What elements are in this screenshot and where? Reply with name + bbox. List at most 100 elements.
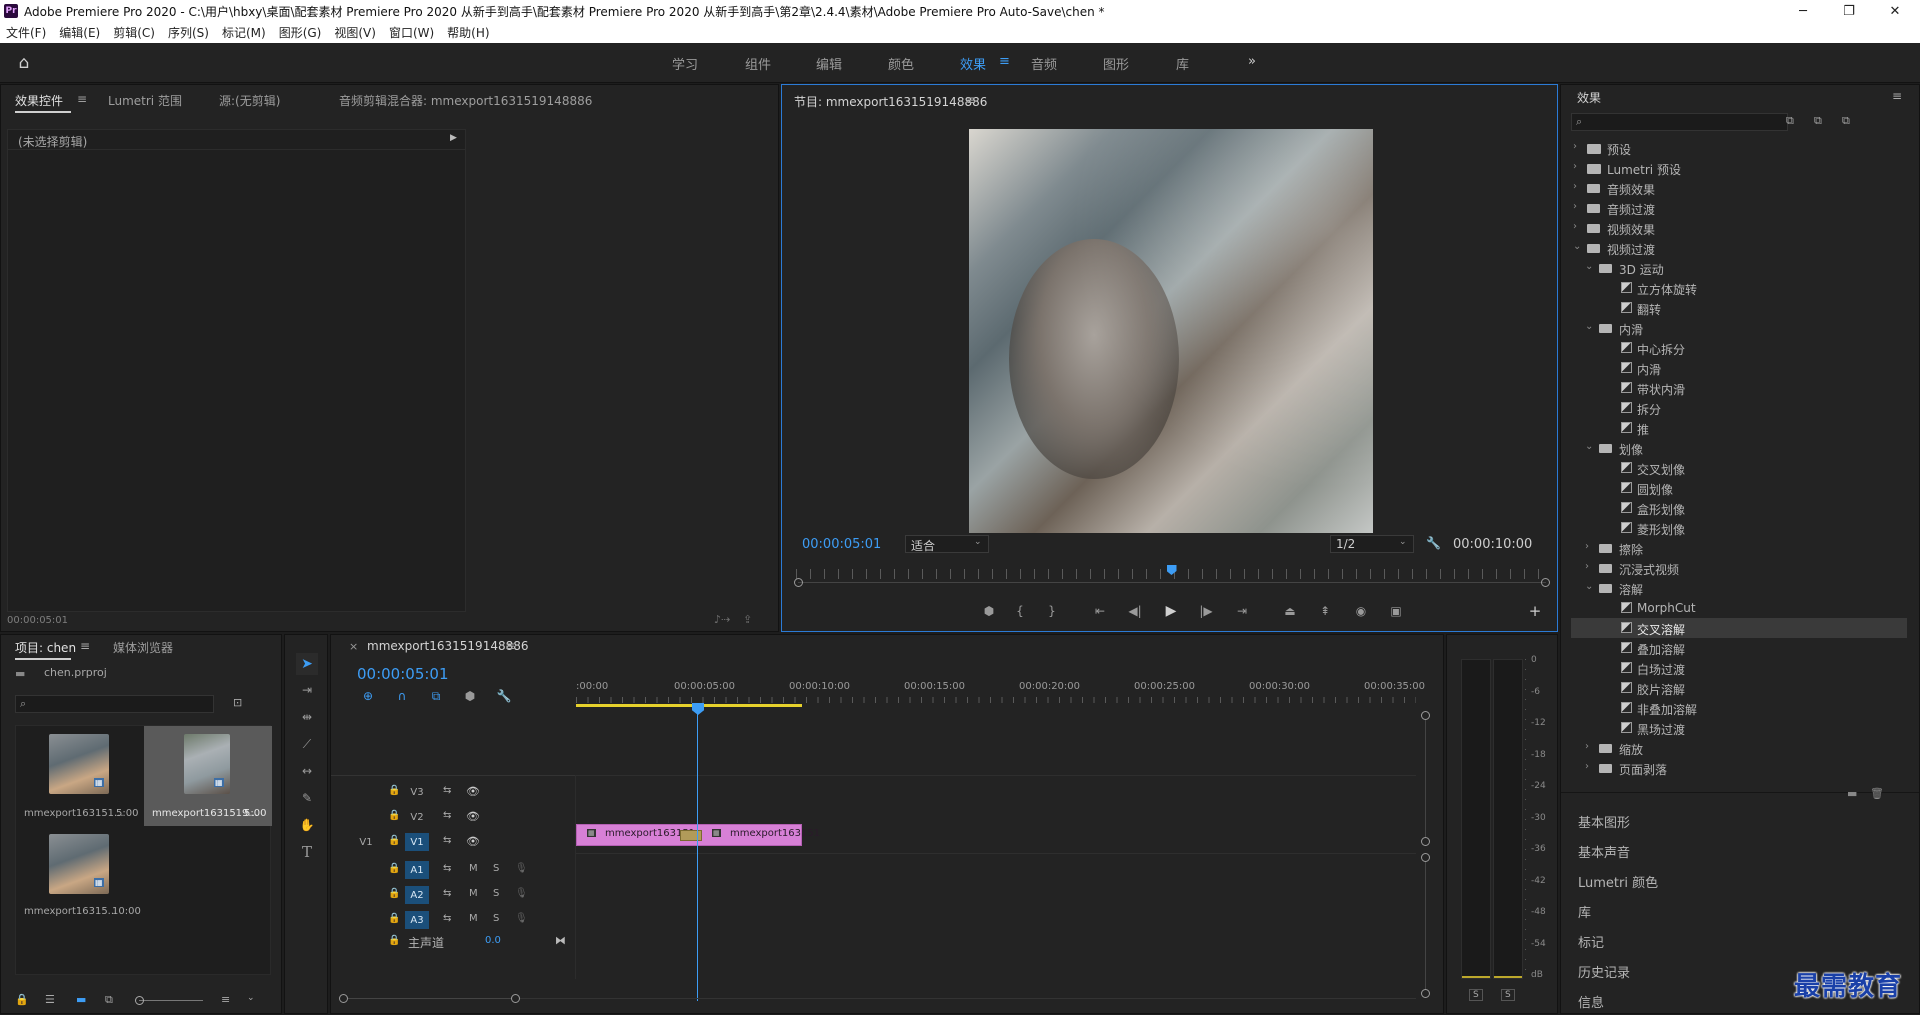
track-target-toggle[interactable]: A1: [405, 861, 429, 879]
zoom-handle-right[interactable]: [1541, 578, 1550, 587]
effect-folder[interactable]: ⌄ 视频过渡: [1571, 238, 1907, 258]
solo-button[interactable]: S: [493, 888, 499, 899]
mute-button[interactable]: M: [469, 863, 478, 874]
add-marker-icon[interactable]: ⬢: [461, 687, 479, 705]
effect-item[interactable]: 拆分: [1571, 398, 1907, 418]
lock-track-icon[interactable]: 🔒: [388, 810, 400, 821]
add-button-icon[interactable]: +: [1526, 602, 1544, 620]
chevron-right-icon[interactable]: ›: [1585, 541, 1589, 552]
tab-effect-controls[interactable]: 效果控件: [15, 92, 63, 109]
work-area-bar[interactable]: [576, 704, 802, 707]
track-target-toggle[interactable]: V3: [405, 783, 429, 801]
list-view-icon[interactable]: ☰: [45, 993, 55, 1006]
export-frame-icon[interactable]: ◉: [1352, 602, 1370, 620]
tab-audio-clip-mixer[interactable]: 音频剪辑混合器: mmexport1631519148886: [339, 92, 592, 109]
horizontal-scrollbar[interactable]: [348, 998, 512, 999]
workspace-tab-color[interactable]: 颜色: [888, 54, 914, 73]
effect-item[interactable]: 推: [1571, 418, 1907, 438]
vertical-scrollbar[interactable]: [1425, 720, 1426, 838]
icon-view-icon[interactable]: ▬: [76, 993, 86, 1006]
zoom-handle-left[interactable]: [794, 578, 803, 587]
zoom-scrollbar[interactable]: [798, 582, 1546, 583]
effect-folder[interactable]: ⌄ 内滑: [1571, 318, 1907, 338]
sync-lock-icon[interactable]: ⇆: [443, 913, 451, 924]
track-target-toggle[interactable]: A3: [405, 911, 429, 929]
menu-view[interactable]: 视图(V): [334, 24, 376, 41]
solo-button[interactable]: S: [493, 863, 499, 874]
solo-left-button[interactable]: S: [1469, 989, 1483, 1001]
maximize-icon[interactable]: ❐: [1826, 0, 1872, 22]
track-target-toggle[interactable]: V1: [405, 833, 429, 851]
source-patch-v1[interactable]: V1: [356, 833, 376, 851]
program-video-frame[interactable]: [969, 129, 1373, 533]
type-tool-icon[interactable]: T: [296, 841, 318, 863]
lock-track-icon[interactable]: 🔒: [388, 863, 400, 874]
delete-icon[interactable]: 🗑: [1870, 787, 1884, 800]
effect-item[interactable]: 交叉划像: [1571, 458, 1907, 478]
lock-track-icon[interactable]: 🔒: [388, 835, 400, 846]
effect-folder[interactable]: › 缩放: [1571, 738, 1907, 758]
menu-marker[interactable]: 标记(M): [222, 24, 266, 41]
accelerated-effects-icon[interactable]: ⧉: [1786, 114, 1794, 128]
tab-lumetri-scopes[interactable]: Lumetri 范围: [108, 92, 182, 109]
menu-graphics[interactable]: 图形(G): [279, 24, 322, 41]
32bit-effects-icon[interactable]: ⧉: [1814, 114, 1822, 128]
timeline-settings-icon[interactable]: 🔧: [495, 687, 513, 705]
eye-icon[interactable]: 👁: [466, 785, 480, 798]
effect-item[interactable]: 白场过渡: [1571, 658, 1907, 678]
project-item[interactable]: ▦ mmexport163151... 5:00: [16, 726, 144, 826]
effect-folder[interactable]: › 页面剥落: [1571, 758, 1907, 778]
new-bin-icon[interactable]: ▬: [1847, 787, 1857, 800]
effect-item[interactable]: 胶片溶解: [1571, 678, 1907, 698]
workspace-tab-graphics[interactable]: 图形: [1103, 54, 1129, 73]
effect-item[interactable]: 翻转: [1571, 298, 1907, 318]
step-back-icon[interactable]: ◀|: [1126, 602, 1144, 620]
solo-right-button[interactable]: S: [1501, 989, 1515, 1001]
add-marker-icon[interactable]: ⬢: [980, 602, 998, 620]
mute-button[interactable]: M: [469, 913, 478, 924]
menu-window[interactable]: 窗口(W): [389, 24, 434, 41]
close-tab-icon[interactable]: ×: [349, 640, 358, 653]
linked-selection-icon[interactable]: ∩: [393, 687, 411, 705]
sort-icon[interactable]: ≡: [221, 993, 230, 1006]
menu-help[interactable]: 帮助(H): [447, 24, 489, 41]
chevron-down-icon[interactable]: ⌄: [1585, 261, 1593, 272]
timeline-playhead-handle[interactable]: [692, 703, 704, 715]
extract-icon[interactable]: ⇞: [1316, 602, 1334, 620]
microphone-icon[interactable]: 🎙: [515, 888, 528, 899]
hand-tool-icon[interactable]: ✋: [296, 814, 318, 836]
lock-track-icon[interactable]: 🔒: [388, 935, 400, 946]
tab-source[interactable]: 源:(无剪辑): [219, 92, 280, 109]
chevron-right-icon[interactable]: ›: [1573, 141, 1577, 152]
sync-lock-icon[interactable]: ⇆: [443, 863, 451, 874]
sync-lock-icon[interactable]: ⇆: [443, 835, 451, 846]
panel-history[interactable]: 历史记录: [1578, 962, 1630, 981]
menu-sequence[interactable]: 序列(S): [168, 24, 209, 41]
razor-tool-icon[interactable]: ⟋: [296, 733, 318, 755]
effect-item[interactable]: 内滑: [1571, 358, 1907, 378]
panel-lumetri-color[interactable]: Lumetri 颜色: [1578, 872, 1658, 891]
panel-markers[interactable]: 标记: [1578, 932, 1604, 951]
tab-project[interactable]: 项目: chen: [15, 639, 76, 656]
effects-search-input[interactable]: ⌕: [1571, 113, 1788, 131]
effect-item[interactable]: 黑场过渡: [1571, 718, 1907, 738]
panel-essential-graphics[interactable]: 基本图形: [1578, 812, 1630, 831]
effect-item[interactable]: 中心拆分: [1571, 338, 1907, 358]
mark-in-icon[interactable]: {: [1011, 602, 1029, 620]
panel-libraries[interactable]: 库: [1578, 902, 1591, 921]
effect-item[interactable]: 立方体旋转: [1571, 278, 1907, 298]
audio-scrollbar[interactable]: [1425, 862, 1426, 990]
freeform-view-icon[interactable]: ⧉: [105, 993, 113, 1007]
go-to-out-icon[interactable]: ⇥: [1233, 602, 1251, 620]
menu-edit[interactable]: 编辑(E): [59, 24, 100, 41]
workspace-tab-learn[interactable]: 学习: [672, 54, 698, 73]
program-menu-icon[interactable]: ≡: [966, 93, 976, 107]
effect-item[interactable]: MorphCut: [1571, 598, 1907, 618]
microphone-icon[interactable]: 🎙: [515, 863, 528, 874]
lock-track-icon[interactable]: 🔒: [388, 785, 400, 796]
chevron-down-icon[interactable]: ⌄: [1585, 321, 1593, 332]
resolution-dropdown[interactable]: 1/2 ⌄: [1330, 535, 1414, 553]
zoom-slider-handle[interactable]: [135, 996, 144, 1005]
sync-lock-icon[interactable]: ⇆: [443, 785, 451, 796]
chevron-down-icon[interactable]: ⌄: [1585, 581, 1593, 592]
